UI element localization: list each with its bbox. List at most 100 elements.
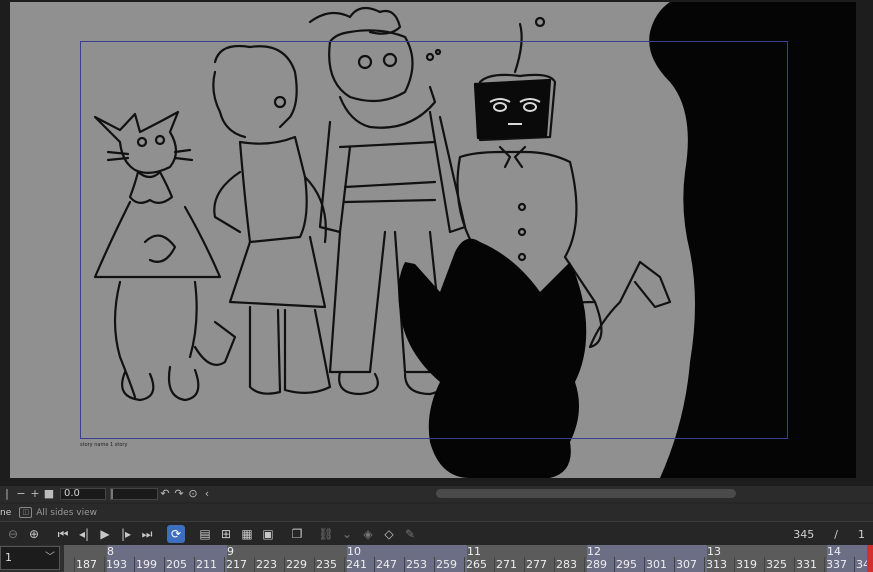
second-label: 8 (107, 545, 114, 558)
all-sides-view-icon: ◫ (19, 507, 33, 518)
playhead[interactable] (867, 545, 873, 572)
link-icon[interactable]: ⛓ (317, 525, 335, 543)
frame-label: 313 (706, 558, 727, 571)
zoom-out-icon[interactable]: ⊖ (4, 525, 22, 543)
horizontal-scrollbar[interactable] (436, 489, 736, 498)
frame-tick (614, 557, 615, 572)
frame-tick (704, 557, 705, 572)
new-animation-folder-icon[interactable]: ▤ (196, 525, 214, 543)
pen-icon[interactable]: ✎ (401, 525, 419, 543)
canvas-viewport[interactable]: story name 1 story (0, 0, 873, 486)
frame-label: 223 (256, 558, 277, 571)
frame-tick (284, 557, 285, 572)
zoom-slider-thumb[interactable] (111, 489, 113, 499)
tab-label: All sides view (36, 507, 97, 518)
frame-label: 277 (526, 558, 547, 571)
onion-skin-icon[interactable]: ❐ (288, 525, 306, 543)
frame-label: 187 (76, 558, 97, 571)
current-frame[interactable]: 345 (793, 528, 814, 541)
frame-tick (74, 557, 75, 572)
frame-tick (674, 557, 675, 572)
frame-tick (494, 557, 495, 572)
frame-label: 229 (286, 558, 307, 571)
specify-cels-icon[interactable]: ▦ (238, 525, 256, 543)
first-frame-icon[interactable]: ⏮ (54, 525, 72, 543)
frame-tick (374, 557, 375, 572)
frame-tick (554, 557, 555, 572)
frame-label: 211 (196, 558, 217, 571)
zoom-out-button[interactable]: − (14, 487, 28, 501)
play-icon[interactable]: ▶ (96, 525, 114, 543)
frame-tick (734, 557, 735, 572)
zoom-slider[interactable] (110, 488, 158, 500)
frame-label: 241 (346, 558, 367, 571)
second-label: 9 (227, 545, 234, 558)
stop-icon[interactable]: ■ (42, 487, 56, 501)
timeline-ruler-row: 1 ﹀ 8 9 10 11 12 13 14 187 193 199 205 211 217 223 229… (0, 545, 873, 572)
total-frames[interactable]: 1 (858, 528, 865, 541)
frame-label: 337 (826, 558, 847, 571)
frame-label: 253 (406, 558, 427, 571)
zoom-in-button[interactable]: + (28, 487, 42, 501)
frame-tick (254, 557, 255, 572)
second-label: 14 (827, 545, 841, 558)
zoom-in-icon[interactable]: ⊕ (25, 525, 43, 543)
frame-ruler[interactable]: 8 9 10 11 12 13 14 187 193 199 205 211 217 223 229 235 2… (64, 545, 873, 572)
frame-tick (164, 557, 165, 572)
tab-partial[interactable]: ne (0, 505, 15, 521)
frame-tick (794, 557, 795, 572)
frame-tick (584, 557, 585, 572)
frame-tick (314, 557, 315, 572)
frame-tick (344, 557, 345, 572)
tab-all-sides-view[interactable]: ◫ All sides view (15, 505, 101, 521)
frame-tick (404, 557, 405, 572)
frame-tick (104, 557, 105, 572)
camera-icon[interactable]: ◈ (359, 525, 377, 543)
frame-label: 205 (166, 558, 187, 571)
timeline-toolbar: ⊖ ⊕ ⏮ ◂| ▶ |▸ ⏭ ⟳ ▤ ⊞ ▦ ▣ ❐ ⛓ ⌄ ◈ ◇ ✎ 34… (0, 523, 873, 545)
tab-label: ne (0, 507, 12, 518)
view-menu-icon[interactable]: | (0, 487, 14, 501)
frame-tick (764, 557, 765, 572)
second-label: 13 (707, 545, 721, 558)
frame-label: 331 (796, 558, 817, 571)
frame-label: 289 (586, 558, 607, 571)
last-frame-icon[interactable]: ⏭ (138, 525, 156, 543)
next-frame-icon[interactable]: |▸ (117, 525, 135, 543)
rotate-right-button[interactable]: ↷ (172, 487, 186, 501)
animation-app: story name 1 story | − + ■ 0.0 ↶ ↷ ⊙ ‹ n… (0, 0, 873, 572)
frame-label: 319 (736, 558, 757, 571)
frame-tick (824, 557, 825, 572)
frame-label: 325 (766, 558, 787, 571)
view-toolbar: | − + ■ 0.0 ↶ ↷ ⊙ ‹ (0, 486, 873, 502)
panel-tabs: ne ◫ All sides view (0, 504, 873, 522)
frame-label: 301 (646, 558, 667, 571)
frame-counter: 345 / 1 (793, 528, 865, 541)
previous-frame-icon[interactable]: ◂| (75, 525, 93, 543)
frame-label: 199 (136, 558, 157, 571)
frame-tick (224, 557, 225, 572)
frame-tick (194, 557, 195, 572)
register-cel-icon[interactable]: ▣ (259, 525, 277, 543)
collapse-arrow-icon[interactable]: ‹ (200, 487, 214, 501)
edit-keyframe-icon[interactable]: ◇ (380, 525, 398, 543)
frame-separator: / (834, 528, 838, 541)
frame-tick (134, 557, 135, 572)
frame-label: 193 (106, 558, 127, 571)
rotate-left-button[interactable]: ↶ (158, 487, 172, 501)
second-label: 11 (467, 545, 481, 558)
chevron-down-icon[interactable]: ⌄ (338, 525, 356, 543)
second-label: 10 (347, 545, 361, 558)
reset-rotation-icon[interactable]: ⊙ (186, 487, 200, 501)
zoom-value-field[interactable]: 0.0 (60, 488, 106, 500)
new-cel-icon[interactable]: ⊞ (217, 525, 235, 543)
frame-label: 307 (676, 558, 697, 571)
frame-label: 259 (436, 558, 457, 571)
frame-tick (524, 557, 525, 572)
frame-label: 271 (496, 558, 517, 571)
track-select[interactable]: 1 ﹀ (0, 546, 60, 570)
frame-label: 265 (466, 558, 487, 571)
loop-icon[interactable]: ⟳ (167, 525, 185, 543)
frame-label: 235 (316, 558, 337, 571)
drawing-canvas[interactable]: story name 1 story (10, 2, 856, 478)
